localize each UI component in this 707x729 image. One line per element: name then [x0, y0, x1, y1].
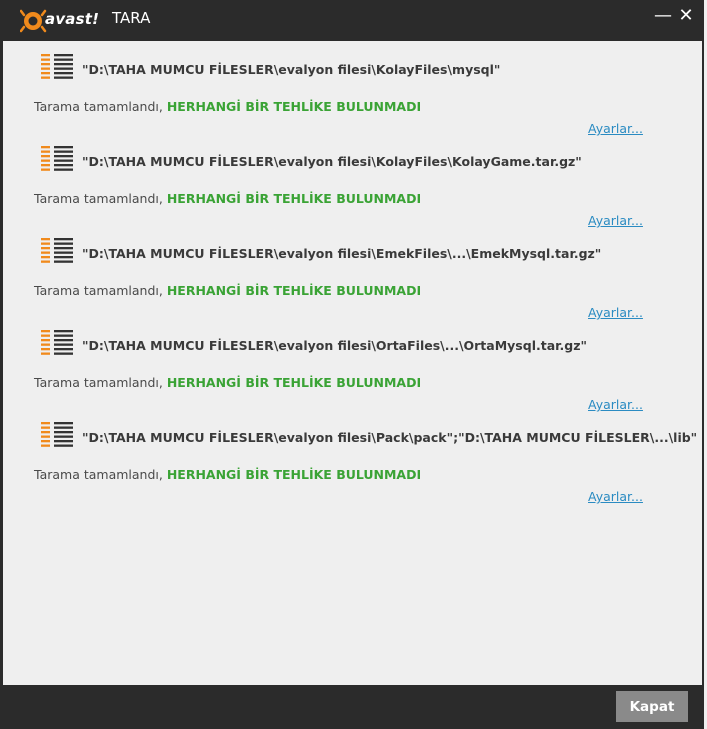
window-title: TARA	[112, 9, 151, 27]
status-prefix: Tarama tamamlandı,	[34, 191, 167, 206]
footer-bar: Kapat	[0, 685, 704, 729]
scan-status: Tarama tamamlandı, HERHANGİ BİR TEHLİKE …	[34, 375, 421, 390]
settings-link[interactable]: Ayarlar...	[588, 489, 643, 504]
status-prefix: Tarama tamamlandı,	[34, 467, 167, 482]
status-result: HERHANGİ BİR TEHLİKE BULUNMADI	[166, 467, 422, 482]
avast-scan-window: avast! TARA — ✕ "D:\TAHA MUMCU FİLESLER\…	[0, 0, 704, 729]
scan-list-icon	[41, 238, 73, 263]
scanned-path: "D:\TAHA MUMCU FİLESLER\evalyon filesi\O…	[82, 338, 588, 353]
scan-status: Tarama tamamlandı, HERHANGİ BİR TEHLİKE …	[34, 283, 421, 298]
scan-result-item: "D:\TAHA MUMCU FİLESLER\evalyon filesi\P…	[3, 409, 702, 504]
scan-result-item: "D:\TAHA MUMCU FİLESLER\evalyon filesi\K…	[3, 41, 702, 136]
scanned-path: "D:\TAHA MUMCU FİLESLER\evalyon filesi\K…	[82, 62, 501, 77]
scan-status: Tarama tamamlandı, HERHANGİ BİR TEHLİKE …	[34, 191, 421, 206]
scan-list-icon	[41, 54, 73, 79]
close-button[interactable]: Kapat	[616, 691, 688, 722]
minimize-button[interactable]: —	[652, 5, 674, 27]
results-panel: "D:\TAHA MUMCU FİLESLER\evalyon filesi\K…	[3, 41, 702, 685]
status-prefix: Tarama tamamlandı,	[34, 99, 167, 114]
scan-result-item: "D:\TAHA MUMCU FİLESLER\evalyon filesi\K…	[3, 133, 702, 228]
scan-status: Tarama tamamlandı, HERHANGİ BİR TEHLİKE …	[34, 467, 421, 482]
scanned-path: "D:\TAHA MUMCU FİLESLER\evalyon filesi\K…	[82, 154, 582, 169]
scan-result-item: "D:\TAHA MUMCU FİLESLER\evalyon filesi\O…	[3, 317, 702, 412]
title-bar: avast! TARA — ✕	[0, 0, 704, 41]
scan-list-icon	[41, 146, 73, 171]
scan-result-item: "D:\TAHA MUMCU FİLESLER\evalyon filesi\E…	[3, 225, 702, 320]
scan-list-icon	[41, 422, 73, 447]
scan-status: Tarama tamamlandı, HERHANGİ BİR TEHLİKE …	[34, 99, 421, 114]
status-result: HERHANGİ BİR TEHLİKE BULUNMADI	[166, 283, 422, 298]
status-result: HERHANGİ BİR TEHLİKE BULUNMADI	[166, 375, 422, 390]
status-result: HERHANGİ BİR TEHLİKE BULUNMADI	[166, 99, 422, 114]
scan-list-icon	[41, 330, 73, 355]
brand-name: avast!	[45, 10, 100, 28]
close-window-button[interactable]: ✕	[675, 5, 697, 27]
status-prefix: Tarama tamamlandı,	[34, 375, 167, 390]
status-result: HERHANGİ BİR TEHLİKE BULUNMADI	[166, 191, 422, 206]
status-prefix: Tarama tamamlandı,	[34, 283, 167, 298]
scanned-path: "D:\TAHA MUMCU FİLESLER\evalyon filesi\P…	[82, 430, 698, 445]
scanned-path: "D:\TAHA MUMCU FİLESLER\evalyon filesi\E…	[82, 246, 602, 261]
